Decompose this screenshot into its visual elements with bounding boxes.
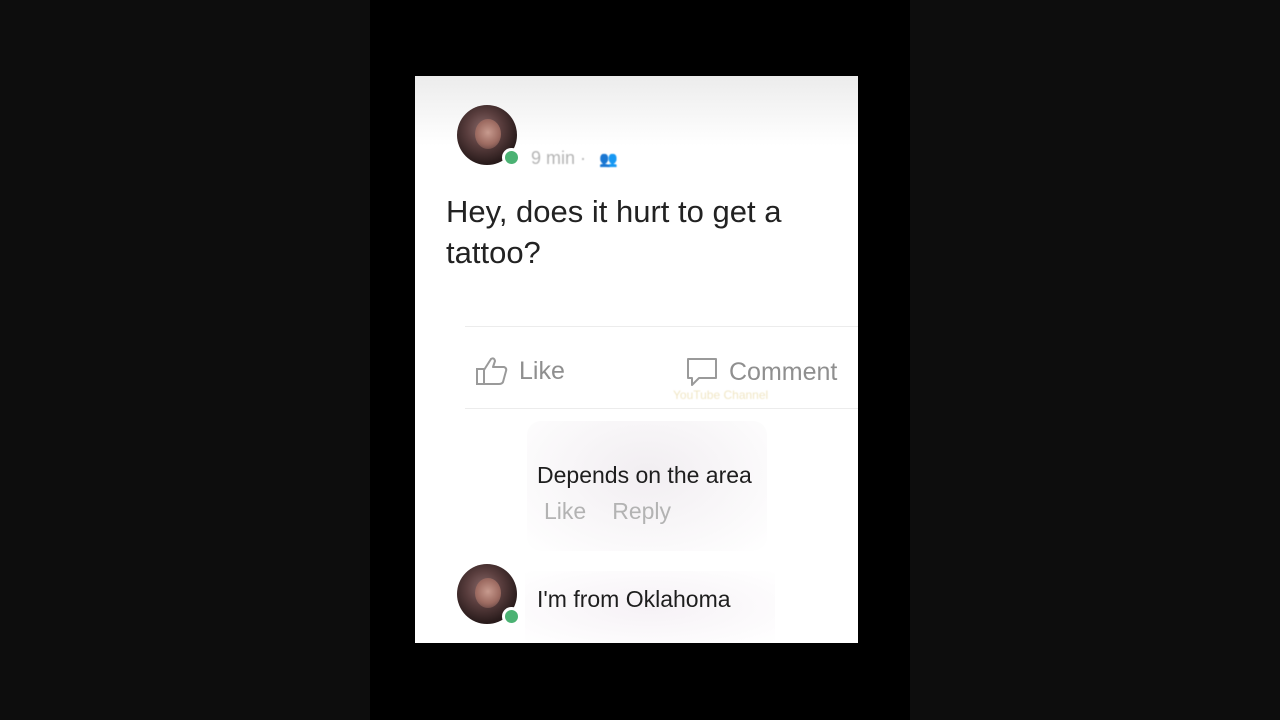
comment-icon [687, 358, 717, 386]
post-meta: 9 min · 👥 [531, 148, 618, 168]
like-label: Like [519, 356, 565, 385]
watermark-text: YouTube Channel [673, 388, 769, 402]
comment-label: Comment [729, 357, 838, 386]
divider [465, 326, 858, 327]
comment-actions: Like Reply [544, 498, 671, 525]
avatar-face [475, 119, 501, 149]
like-button[interactable]: Like [475, 356, 565, 386]
reply-text: I'm from Oklahoma [537, 586, 731, 612]
post-text: Hey, does it hurt to get a tattoo? [446, 194, 782, 270]
comment-like-link[interactable]: Like [544, 498, 586, 525]
post-card: 9 min · 👥 Hey, does it hurt to get a tat… [415, 76, 858, 643]
friends-icon: 👥 [599, 151, 618, 168]
avatar-face [475, 578, 501, 608]
online-status-dot [502, 607, 521, 626]
author-avatar[interactable] [457, 105, 521, 167]
screen-background: 9 min · 👥 Hey, does it hurt to get a tat… [0, 0, 1280, 720]
replier-avatar[interactable] [457, 564, 521, 626]
thumbs-up-icon [476, 357, 508, 385]
online-status-dot [502, 148, 521, 167]
comment-button[interactable]: Comment [685, 356, 837, 388]
comment-text: Depends on the area [537, 462, 752, 488]
post-timestamp[interactable]: 9 min [531, 148, 575, 168]
divider [465, 408, 858, 409]
comment-reply-link[interactable]: Reply [612, 498, 671, 525]
